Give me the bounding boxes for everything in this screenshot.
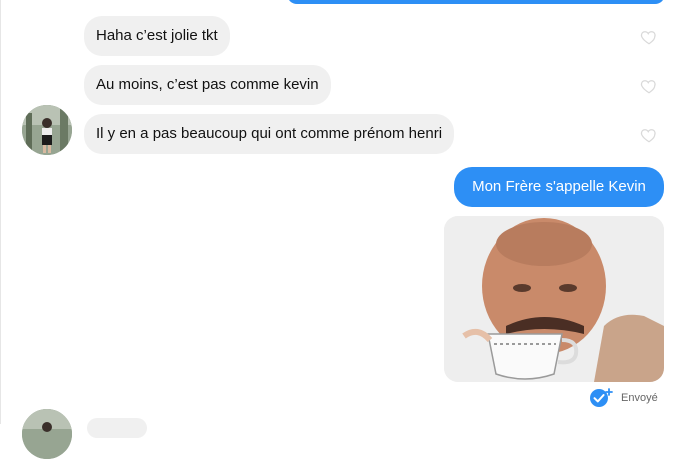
sent-check-icon [590,388,613,407]
heart-icon[interactable] [640,77,658,95]
message-text: Il y en a pas beaucoup qui ont comme pré… [96,125,443,142]
incoming-message-bubble[interactable]: Haha c’est jolie tkt [84,16,230,56]
message-status: Envoyé [589,388,658,408]
avatar[interactable] [22,409,72,459]
incoming-message-bubble[interactable]: Au moins, c’est pas comme kevin [84,65,331,105]
heart-icon[interactable] [640,126,658,144]
incoming-message-bubble[interactable] [87,418,147,438]
avatar[interactable] [22,105,72,155]
message-text: Au moins, c’est pas comme kevin [96,76,319,93]
message-text: Haha c’est jolie tkt [96,27,218,44]
gif-image[interactable] [444,216,664,382]
message-text: Mon Frère s'appelle Kevin [472,178,646,195]
incoming-message-bubble[interactable]: Il y en a pas beaucoup qui ont comme pré… [84,114,455,154]
heart-icon[interactable] [640,28,658,46]
outgoing-message-bubble[interactable]: Mon Frère s'appelle Kevin [454,167,664,207]
status-label: Envoyé [621,392,658,404]
previous-outgoing-bubble [287,0,665,4]
